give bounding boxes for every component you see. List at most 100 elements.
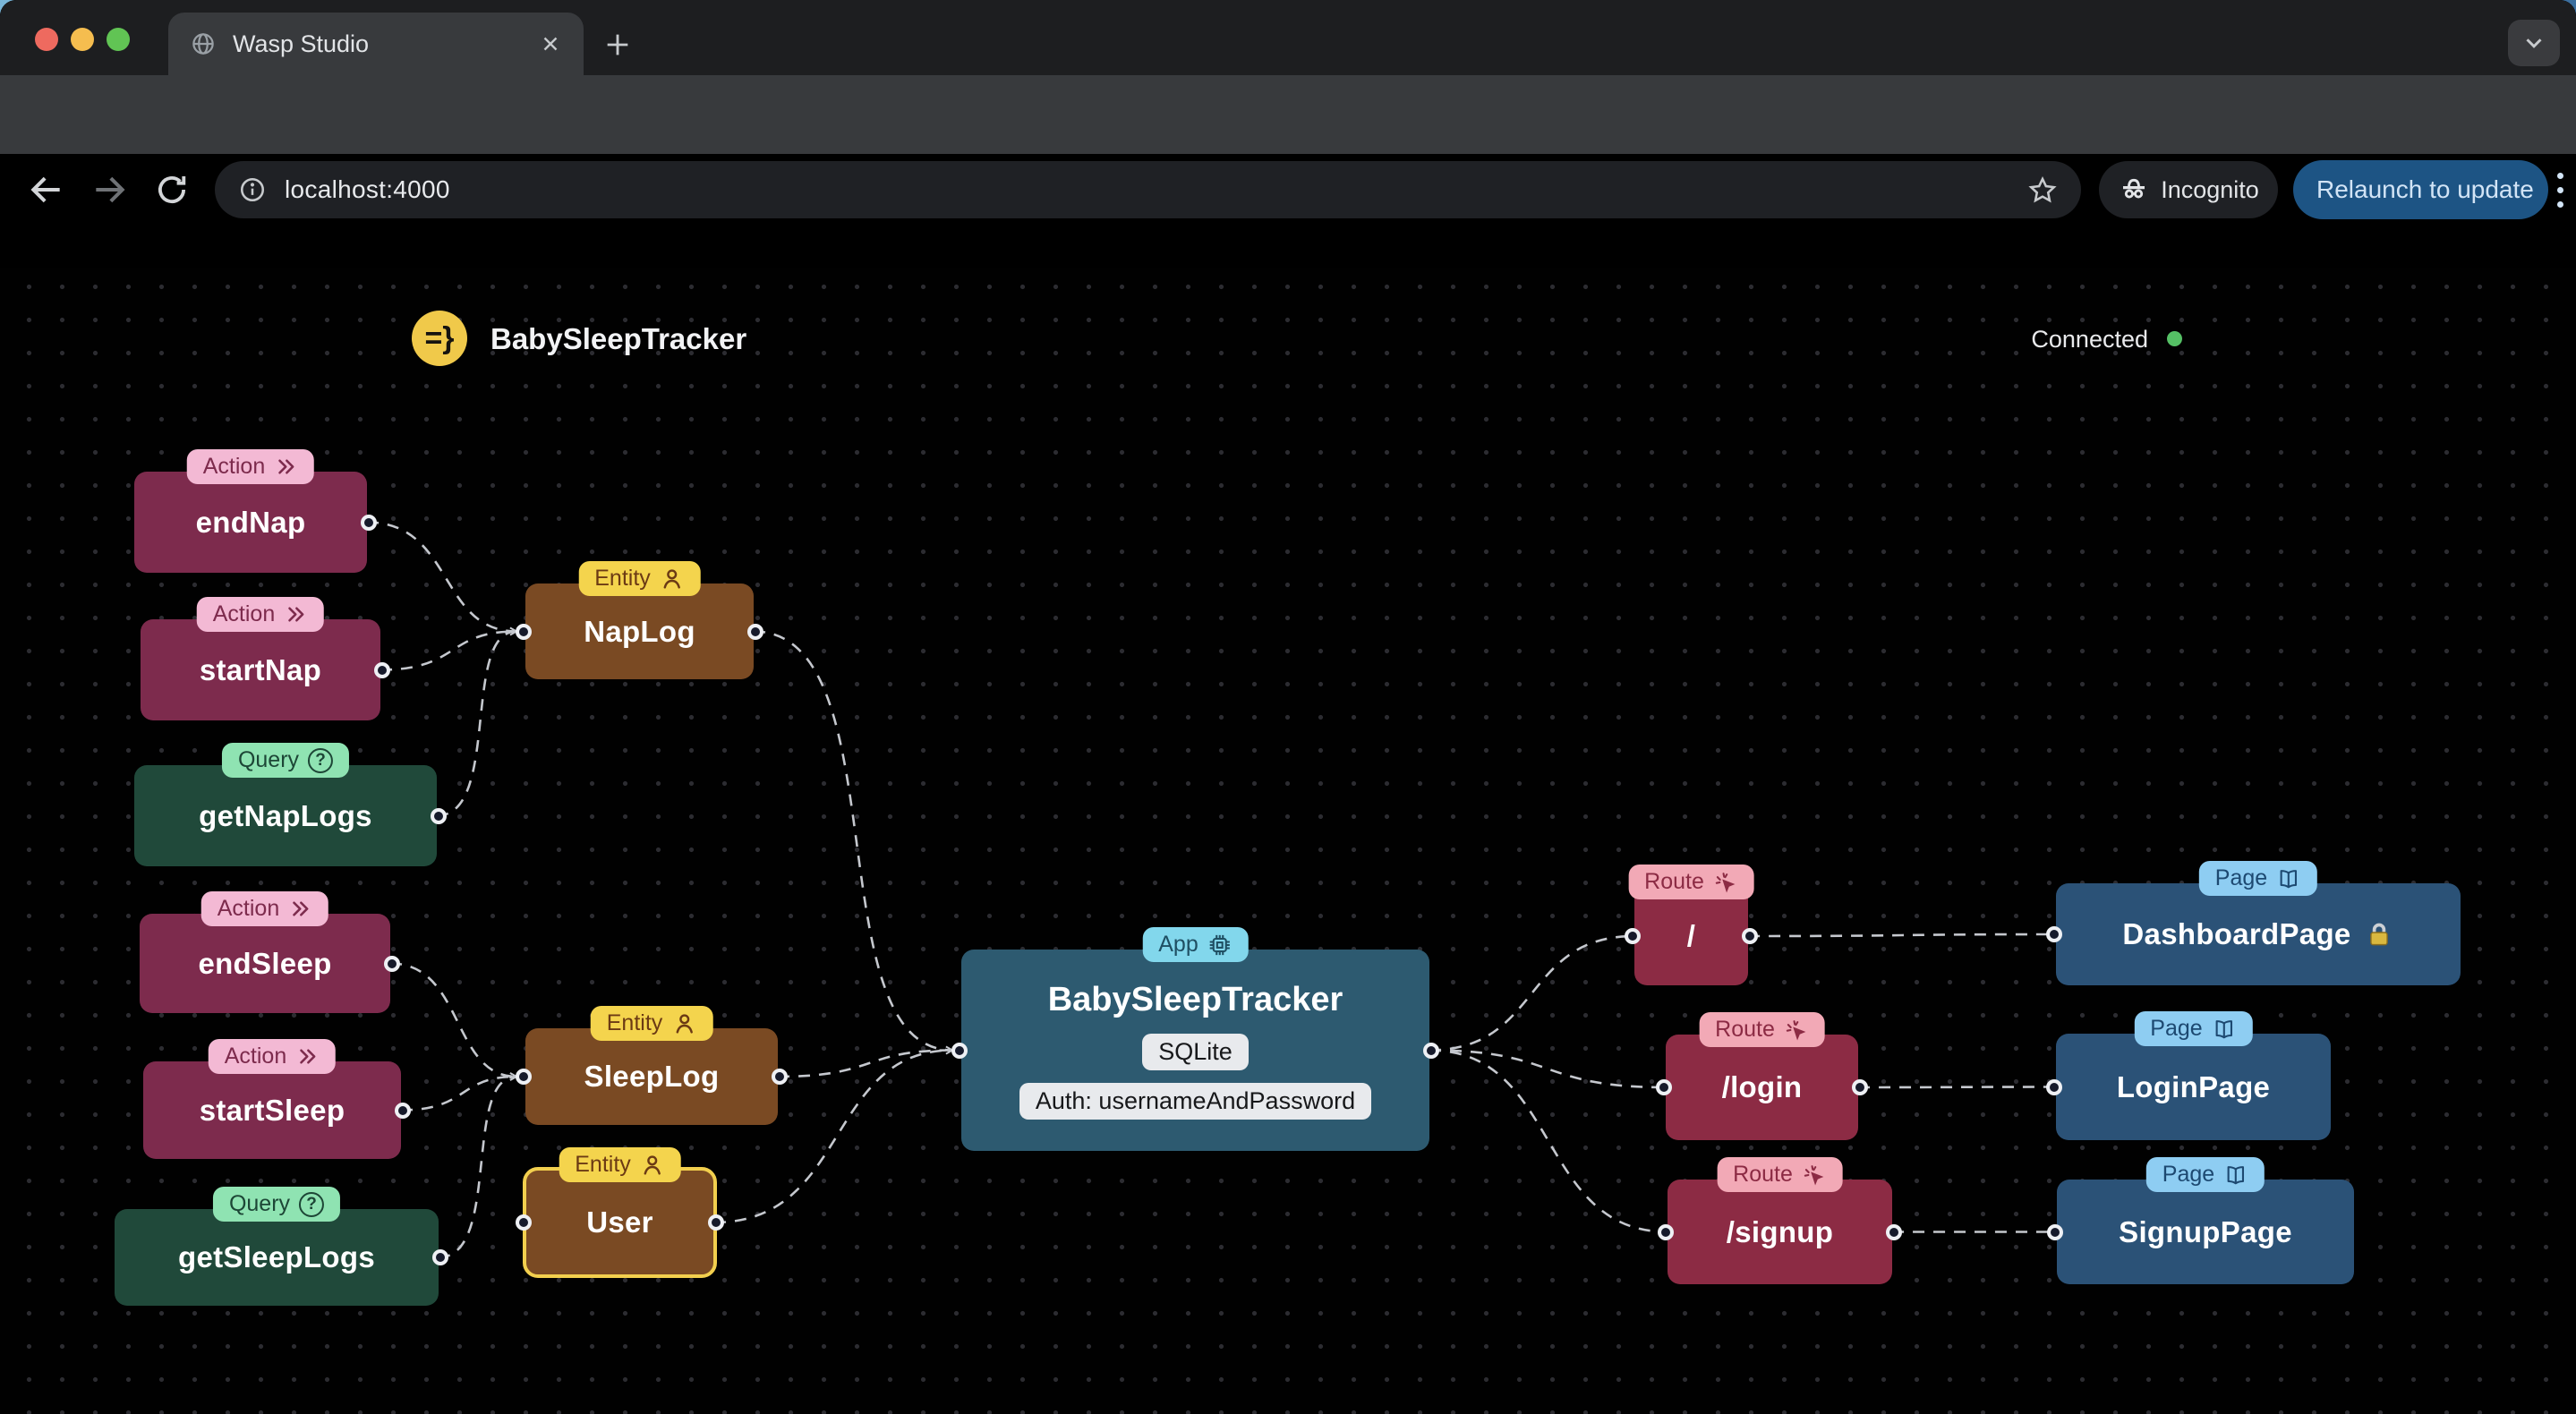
tab-search-button[interactable] [2508, 20, 2560, 66]
site-info-icon[interactable] [238, 175, 267, 204]
node-label: LoginPage [2116, 1069, 2271, 1103]
node-label: User [586, 1205, 653, 1239]
node-NapLog[interactable]: Entity NapLog [516, 561, 763, 679]
node-SignupPage[interactable]: Page SignupPage [2047, 1157, 2354, 1284]
menu-kebab-icon[interactable] [2546, 166, 2574, 215]
handle-left[interactable] [2046, 1078, 2062, 1095]
badge-label: Page [2150, 1016, 2203, 1041]
handle-left[interactable] [1625, 928, 1641, 944]
node-endNap[interactable]: Action endNap [134, 449, 377, 573]
handle-right[interactable] [432, 1249, 448, 1265]
handle-left[interactable] [2047, 1223, 2063, 1240]
node-User[interactable]: Entity User [516, 1147, 724, 1278]
edge-getNapLogs-NapLog [436, 626, 518, 817]
handle-left[interactable] [2046, 926, 2062, 942]
handle-right[interactable] [374, 661, 390, 678]
minimize-window-button[interactable] [71, 28, 94, 51]
incognito-label: Incognito [2161, 175, 2259, 203]
reload-icon[interactable] [150, 168, 193, 211]
handle-left[interactable] [1658, 1223, 1674, 1240]
handle-right[interactable] [431, 807, 447, 824]
node-getSleepLogs[interactable]: Query? getSleepLogs [115, 1187, 448, 1306]
badge-label: Query [228, 1191, 291, 1216]
back-icon[interactable] [25, 168, 68, 211]
handle-left[interactable] [516, 623, 532, 640]
node-startSleep[interactable]: Action startSleep [143, 1039, 411, 1159]
handle-right[interactable] [1852, 1079, 1868, 1095]
book-icon [2223, 1163, 2248, 1188]
node-label: endSleep [198, 946, 332, 980]
address-bar[interactable]: localhost:4000 [215, 161, 2081, 218]
new-tab-button[interactable] [598, 25, 637, 64]
node-route-login[interactable]: Route/login [1656, 1012, 1868, 1140]
close-window-button[interactable] [35, 28, 58, 51]
chevrons-right-icon [288, 897, 312, 921]
badge-label: Entity [606, 1010, 663, 1035]
edge-endSleep-SleepLog [389, 962, 518, 1081]
badge-label: Entity [575, 1152, 631, 1177]
handle-right[interactable] [1423, 1042, 1439, 1059]
cursor-click-icon [1713, 870, 1738, 895]
book-icon [2276, 866, 2301, 891]
handle-left[interactable] [516, 1069, 532, 1085]
handle-left[interactable] [1656, 1079, 1672, 1095]
node-getNapLogs[interactable]: Query? getNapLogs [134, 743, 447, 866]
handle-right[interactable] [772, 1069, 788, 1085]
edge-App-route-root [1429, 934, 1635, 1052]
node-startNap[interactable]: Action startNap [141, 597, 390, 720]
node-label: /signup [1726, 1214, 1834, 1248]
handle-right[interactable] [1886, 1223, 1902, 1240]
question-circle-icon: ? [308, 747, 334, 773]
badge-label: Page [2214, 865, 2268, 890]
node-App[interactable]: App BabySleepTracker SQLite Auth: usernameA… [951, 927, 1439, 1151]
badge-label: Action [217, 896, 280, 921]
page-badge: Page [2198, 861, 2318, 896]
db-pill: SQLite [1142, 1034, 1249, 1070]
node-DashboardPage[interactable]: Page DashboardPage [2046, 861, 2461, 985]
node-route-signup[interactable]: Route/signup [1658, 1157, 1902, 1284]
book-icon [2212, 1017, 2237, 1042]
chevrons-right-icon [295, 1044, 320, 1069]
handle-right[interactable] [1742, 928, 1758, 944]
edge-route-root-DashboardPage [1747, 933, 2057, 938]
node-label: SignupPage [2119, 1214, 2292, 1248]
person-icon [640, 1153, 665, 1178]
browser-tab[interactable]: Wasp Studio [168, 13, 584, 75]
browser-toolbar: localhost:4000 Incognito Relaunch to upd… [0, 75, 2576, 219]
relaunch-button[interactable]: Relaunch to update [2293, 160, 2563, 219]
node-label: BabySleepTracker [1047, 981, 1343, 1018]
handle-right[interactable] [395, 1102, 411, 1119]
node-route-root[interactable]: Route / [1625, 865, 1758, 985]
cursor-click-icon [1784, 1018, 1809, 1043]
query-badge: Query? [221, 743, 350, 778]
handle-right[interactable] [708, 1214, 724, 1231]
chip-icon [1207, 933, 1233, 958]
node-label: endNap [195, 505, 306, 539]
chevrons-right-icon [284, 602, 308, 626]
node-LoginPage[interactable]: Page LoginPage [2046, 1011, 2331, 1140]
person-icon [671, 1011, 696, 1036]
handle-right[interactable] [747, 623, 763, 640]
handle-right[interactable] [384, 955, 400, 972]
forward-icon[interactable] [88, 168, 131, 211]
handle-left[interactable] [516, 1214, 532, 1231]
node-endSleep[interactable]: Action endSleep [140, 891, 400, 1013]
close-tab-icon[interactable] [539, 32, 562, 55]
node-SleepLog[interactable]: Entity SleepLog [516, 1006, 788, 1125]
node-label: startSleep [199, 1093, 345, 1127]
edge-SleepLog-App [777, 1045, 954, 1078]
wasp-logo: =} [412, 311, 467, 366]
question-circle-icon: ? [299, 1191, 325, 1217]
zoom-window-button[interactable] [107, 28, 130, 51]
entity-badge: Entity [590, 1006, 713, 1041]
handle-right[interactable] [361, 514, 377, 531]
page-title: BabySleepTracker [490, 322, 747, 355]
route-badge: Route [1628, 865, 1754, 899]
bookmark-star-icon[interactable] [2027, 175, 2058, 205]
edge-route-login-LoginPage [1857, 1086, 2057, 1089]
handle-left[interactable] [951, 1042, 968, 1059]
node-label: /login [1721, 1070, 1803, 1103]
badge-label: Action [212, 601, 276, 626]
url-text[interactable]: localhost:4000 [285, 175, 2009, 204]
status-dot [2167, 331, 2182, 346]
